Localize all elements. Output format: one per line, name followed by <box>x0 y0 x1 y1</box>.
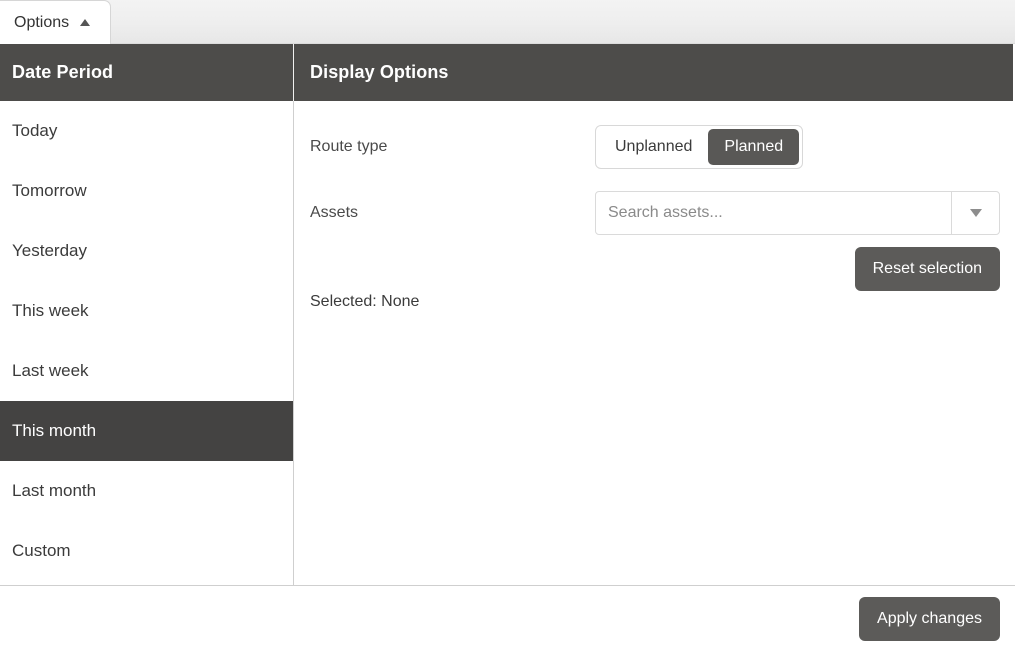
route-type-row: Route type Unplanned Planned <box>310 119 1000 175</box>
date-period-list: Today Tomorrow Yesterday This week Last … <box>0 101 294 585</box>
sidebar-item-label: Custom <box>12 541 71 560</box>
route-type-toggle-group: Unplanned Planned <box>595 125 804 169</box>
sidebar-item-label: Yesterday <box>12 241 87 260</box>
sidebar-item-this-week[interactable]: This week <box>0 281 293 341</box>
reset-selection-button[interactable]: Reset selection <box>854 247 1000 291</box>
tab-strip: Options <box>0 0 1015 44</box>
tab-options-label: Options <box>14 13 70 31</box>
sidebar-item-custom[interactable]: Custom <box>0 521 293 581</box>
sidebar-item-label: This month <box>12 421 97 440</box>
route-type-label: Route type <box>310 138 388 155</box>
sidebar-item-label: Tomorrow <box>12 181 87 200</box>
panel-footer: Apply changes <box>0 585 1015 651</box>
sidebar-item-last-week[interactable]: Last week <box>0 341 293 401</box>
sidebar-item-today[interactable]: Today <box>0 101 293 161</box>
date-period-title: Date Period <box>12 62 114 82</box>
assets-row: Assets <box>310 189 1000 237</box>
tab-options[interactable]: Options <box>0 0 111 44</box>
display-options-header: Display Options <box>294 44 1013 101</box>
assets-dropdown-toggle[interactable] <box>951 192 999 234</box>
date-period-header: Date Period <box>0 44 294 101</box>
route-type-unplanned-button[interactable]: Unplanned <box>599 129 708 165</box>
sidebar-item-label: This week <box>12 301 89 320</box>
sidebar-item-tomorrow[interactable]: Tomorrow <box>0 161 293 221</box>
display-options-content: Route type Unplanned Planned Assets Rese… <box>294 101 1015 585</box>
apply-changes-button[interactable]: Apply changes <box>859 597 1000 641</box>
sidebar-item-this-month[interactable]: This month <box>0 401 293 461</box>
options-panel: Options Date Period Display Options Toda… <box>0 0 1015 651</box>
sidebar-item-label: Last week <box>12 361 89 380</box>
panel-header: Date Period Display Options <box>0 44 1013 101</box>
sidebar-item-yesterday[interactable]: Yesterday <box>0 221 293 281</box>
caret-up-icon <box>80 18 91 26</box>
display-options-title: Display Options <box>310 62 449 82</box>
assets-search-wrapper <box>595 191 1000 235</box>
sidebar-item-label: Today <box>12 121 58 140</box>
selected-summary: Selected: None <box>310 293 420 310</box>
assets-search-input[interactable] <box>596 192 951 234</box>
panel-body: Today Tomorrow Yesterday This week Last … <box>0 101 1015 585</box>
assets-label: Assets <box>310 204 359 221</box>
sidebar-item-last-month[interactable]: Last month <box>0 461 293 521</box>
sidebar-item-label: Last month <box>12 481 97 500</box>
route-type-planned-button[interactable]: Planned <box>708 129 800 165</box>
caret-down-icon <box>969 209 982 217</box>
